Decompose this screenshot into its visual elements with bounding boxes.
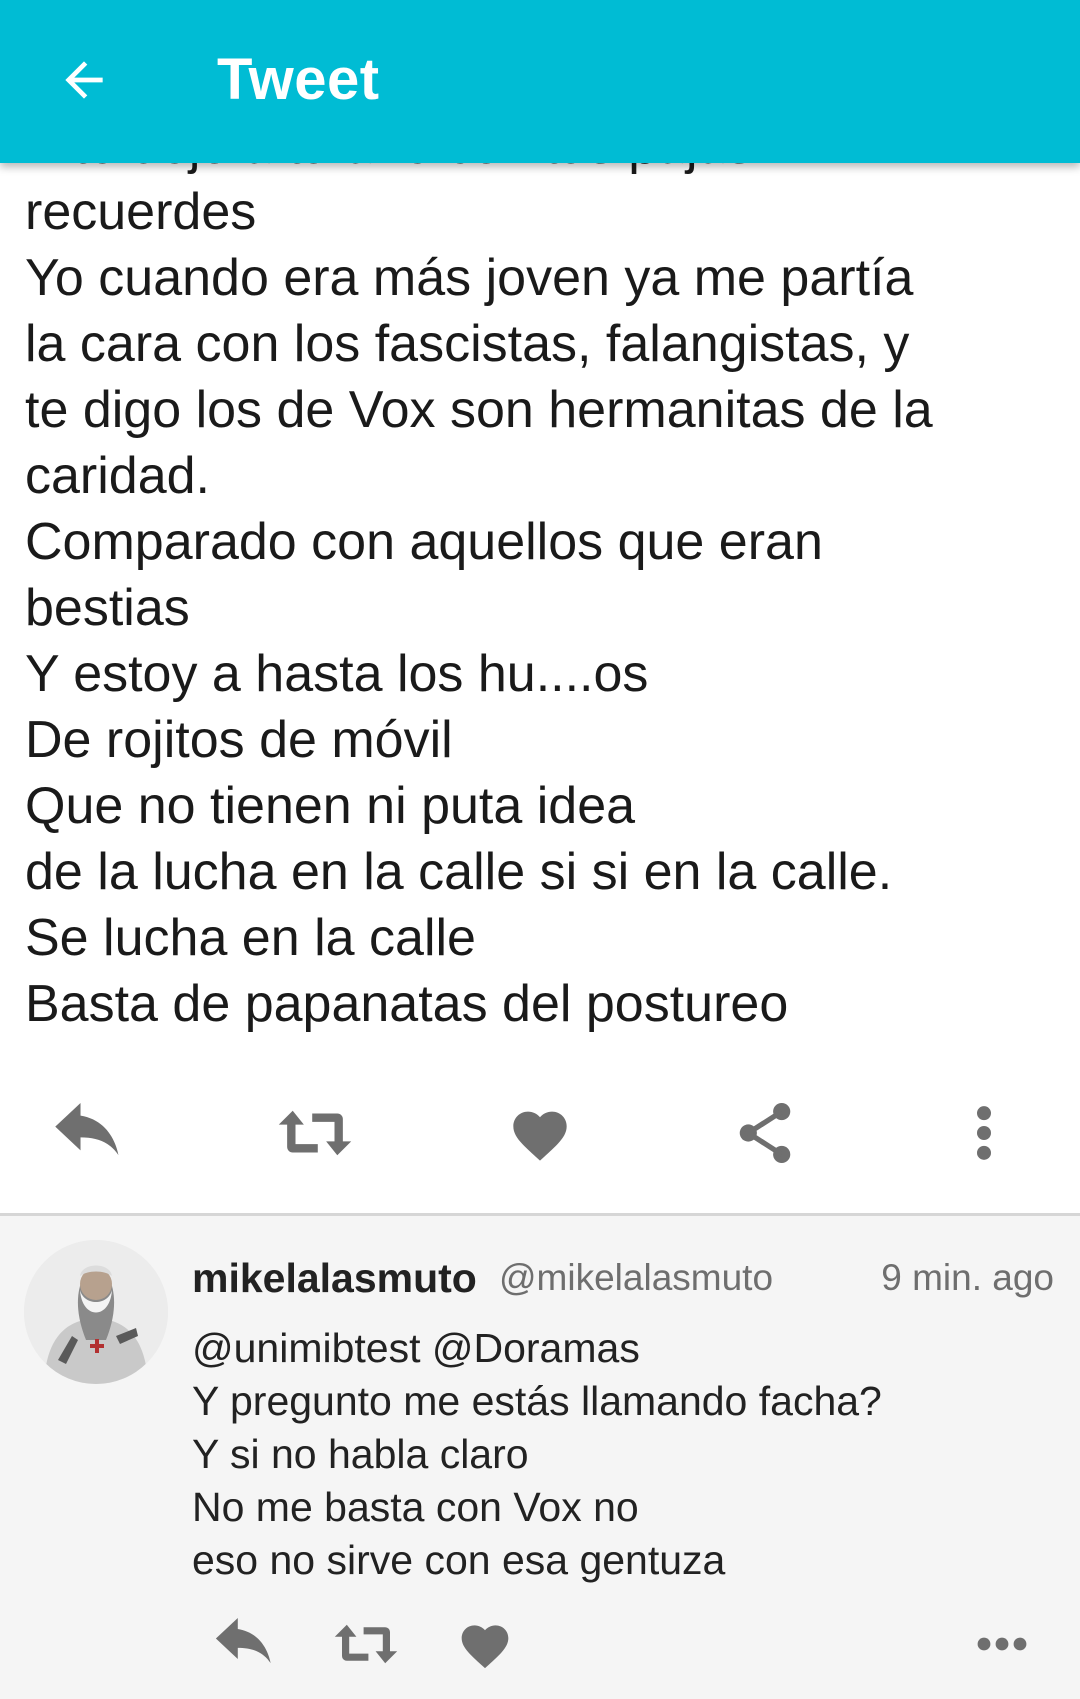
tweet-line: De rojitos de móvil bbox=[25, 711, 453, 769]
tweet-line: de la lucha en la calle si si en la call… bbox=[25, 843, 893, 901]
share-button[interactable] bbox=[725, 1095, 805, 1171]
avatar-image bbox=[24, 1240, 168, 1384]
reply-button[interactable] bbox=[50, 1095, 130, 1171]
reply-timestamp: 9 min. ago bbox=[881, 1257, 1054, 1298]
retweet-icon bbox=[278, 1110, 352, 1156]
tweet-text: Y te dejo a tu aire con tus pajas recuer… bbox=[25, 113, 1055, 1037]
tweet-action-bar bbox=[0, 1095, 1080, 1171]
reply-retweet-button[interactable] bbox=[330, 1611, 402, 1677]
tweet-line: Yo cuando era más joven ya me partía bbox=[25, 249, 914, 307]
reply-author-name[interactable]: mikelalasmuto bbox=[192, 1250, 477, 1306]
tweet-line: Basta de papanatas del postureo bbox=[25, 975, 789, 1033]
reply-line: Y si no habla claro bbox=[192, 1431, 529, 1477]
tweet-line: Se lucha en la calle bbox=[25, 909, 476, 967]
tweet-line: Y estoy a hasta los hu....os bbox=[25, 645, 649, 703]
tweet-line: la cara con los fascistas, falangistas, … bbox=[25, 315, 910, 373]
reply-icon bbox=[215, 1618, 271, 1664]
more-horizontal-icon bbox=[977, 1637, 1027, 1651]
app-bar: Tweet bbox=[0, 0, 1080, 163]
reply-line: eso no sirve con esa gentuza bbox=[192, 1537, 726, 1583]
reply-item[interactable]: mikelalasmuto @mikelalasmuto 9 min. ago … bbox=[0, 1216, 1080, 1699]
retweet-button[interactable] bbox=[275, 1095, 355, 1171]
tweet-line: Que no tienen ni puta idea bbox=[25, 777, 636, 835]
more-vertical-icon bbox=[977, 1106, 991, 1160]
tweet-line: te digo los de Vox son hermanitas de la bbox=[25, 381, 933, 439]
arrow-back-icon bbox=[65, 61, 103, 99]
reply-line: @unimibtest @Doramas bbox=[192, 1325, 640, 1371]
retweet-icon bbox=[334, 1624, 398, 1664]
share-icon bbox=[739, 1102, 791, 1164]
reply-author-handle[interactable]: @mikelalasmuto bbox=[499, 1250, 773, 1306]
reply-reply-button[interactable] bbox=[210, 1611, 282, 1677]
tweet-detail-screen: Tweet Y te dejo a tu aire con tus pajas … bbox=[0, 0, 1080, 1699]
like-button[interactable] bbox=[500, 1095, 580, 1171]
heart-icon bbox=[513, 1111, 567, 1161]
reply-icon bbox=[55, 1103, 119, 1156]
reply-line: No me basta con Vox no bbox=[192, 1484, 639, 1530]
tweet-line: Comparado con aquellos que eran bbox=[25, 513, 823, 571]
heart-icon bbox=[461, 1625, 509, 1669]
reply-line: Y pregunto me estás llamando facha? bbox=[192, 1378, 882, 1424]
reply-text: @unimibtest @Doramas Y pregunto me estás… bbox=[192, 1322, 1062, 1587]
reply-action-bar bbox=[0, 1611, 1080, 1677]
more-options-button[interactable] bbox=[944, 1095, 1024, 1171]
reply-like-button[interactable] bbox=[449, 1611, 521, 1677]
reply-more-button[interactable] bbox=[966, 1611, 1038, 1677]
tweet-line: bestias bbox=[25, 579, 190, 637]
tweet-line: caridad. bbox=[25, 447, 210, 505]
tweet-line: recuerdes bbox=[25, 183, 257, 241]
avatar[interactable] bbox=[24, 1240, 168, 1384]
reply-header: mikelalasmuto @mikelalasmuto 9 min. ago bbox=[192, 1250, 1062, 1306]
back-button[interactable] bbox=[48, 44, 120, 116]
page-title: Tweet bbox=[217, 47, 380, 112]
